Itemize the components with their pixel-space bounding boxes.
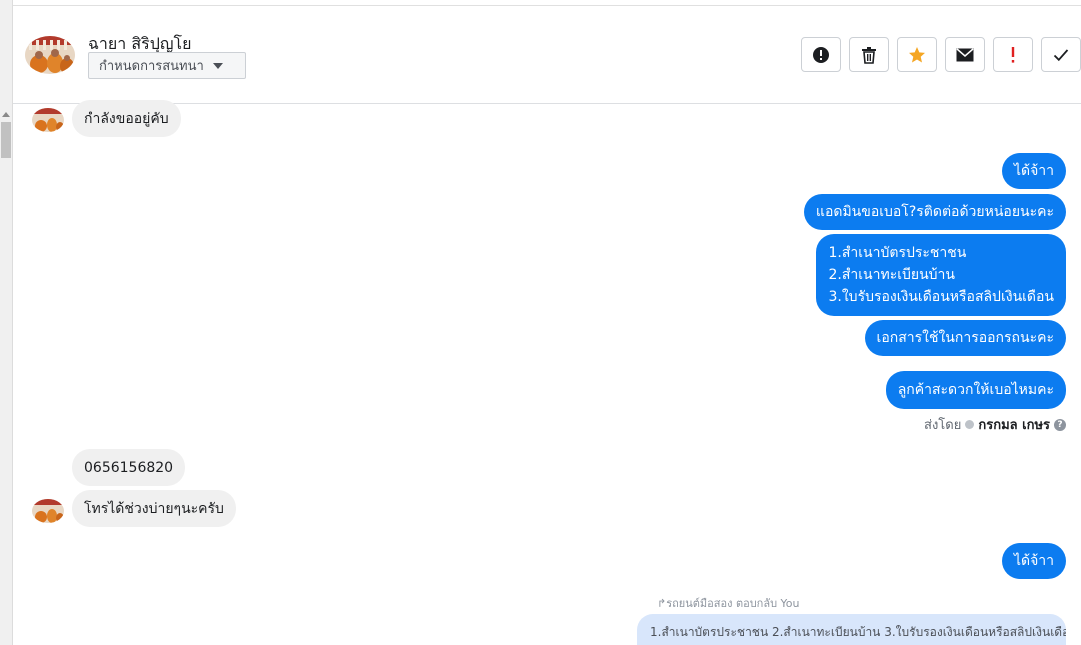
- exclamation-icon: [1011, 46, 1015, 63]
- envelope-icon: [956, 47, 974, 61]
- message-outgoing-multiline: 1.สำเนาบัตรประชาชน 2.สำเนาทะเบียนบ้าน 3.…: [816, 234, 1066, 316]
- message-outgoing: เอกสารใช้ในการออกรถนะคะ: [864, 320, 1066, 356]
- follow-up-button[interactable]: [993, 37, 1033, 72]
- message-line: 1.สำเนาบัตรประชาชน: [828, 245, 967, 261]
- help-icon[interactable]: ?: [1054, 418, 1066, 431]
- exclamation-circle-icon: [813, 46, 829, 63]
- assign-label: กำหนดการสนทนา: [99, 59, 204, 74]
- mark-spam-button[interactable]: [801, 37, 841, 72]
- caret-down-icon: [212, 62, 223, 69]
- reply-context-note: ↱รถยนต์มือสอง ตอบกลับ You: [657, 597, 800, 610]
- scrollbar-thumb[interactable]: [1, 122, 11, 158]
- message-line: 3.ใบรับรองเงินเดือนหรือสลิปเงินเดือน: [828, 289, 1054, 305]
- star-icon: [909, 46, 925, 62]
- mark-unread-button[interactable]: [945, 37, 985, 72]
- quoted-reply-bubble: 1.สำเนาบัตรประชาชน 2.สำเนาทะเบียนบ้าน 3.…: [637, 614, 1066, 645]
- scrollbar[interactable]: [0, 0, 13, 645]
- message-outgoing: ได้จ้าา: [1001, 153, 1066, 189]
- contact-avatar[interactable]: [25, 36, 75, 74]
- conversation-header: ฉายา สิริปุญโย กำหนดการสนทนา: [13, 6, 1081, 104]
- assign-conversation-dropdown[interactable]: กำหนดการสนทนา: [88, 52, 246, 79]
- agent-avatar-icon: [965, 420, 975, 429]
- message-outgoing: ลูกค้าสะดวกให้เบอไหมคะ: [885, 371, 1066, 409]
- delete-button[interactable]: [849, 37, 889, 72]
- sent-by-name[interactable]: กรกมล เกษร: [978, 414, 1050, 435]
- message-incoming: 0656156820: [72, 449, 186, 486]
- checkmark-icon: [1053, 48, 1069, 61]
- message-line: 2.สำเนาทะเบียนบ้าน: [828, 267, 955, 283]
- trash-icon: [862, 46, 876, 64]
- message-outgoing: แอดมินขอเบอโ?รติดต่อด้วยหน่อยนะคะ: [803, 194, 1066, 230]
- sent-by-label: ส่งโดย กรกมล เกษร ?: [924, 414, 1066, 435]
- sent-by-prefix: ส่งโดย: [924, 418, 962, 433]
- contact-avatar-small: [32, 499, 64, 523]
- message-incoming: โทรได้ช่วงบ่ายๆนะครับ: [72, 490, 236, 527]
- done-button[interactable]: [1041, 37, 1081, 72]
- star-button[interactable]: [897, 37, 937, 72]
- message-incoming: กำลังขออยู่คับ: [72, 100, 181, 137]
- message-outgoing: ได้จ้าา: [1001, 543, 1066, 579]
- contact-avatar-small: [32, 108, 64, 132]
- scroll-up-arrow[interactable]: [2, 112, 10, 117]
- reply-arrow-icon: ↱: [657, 597, 667, 610]
